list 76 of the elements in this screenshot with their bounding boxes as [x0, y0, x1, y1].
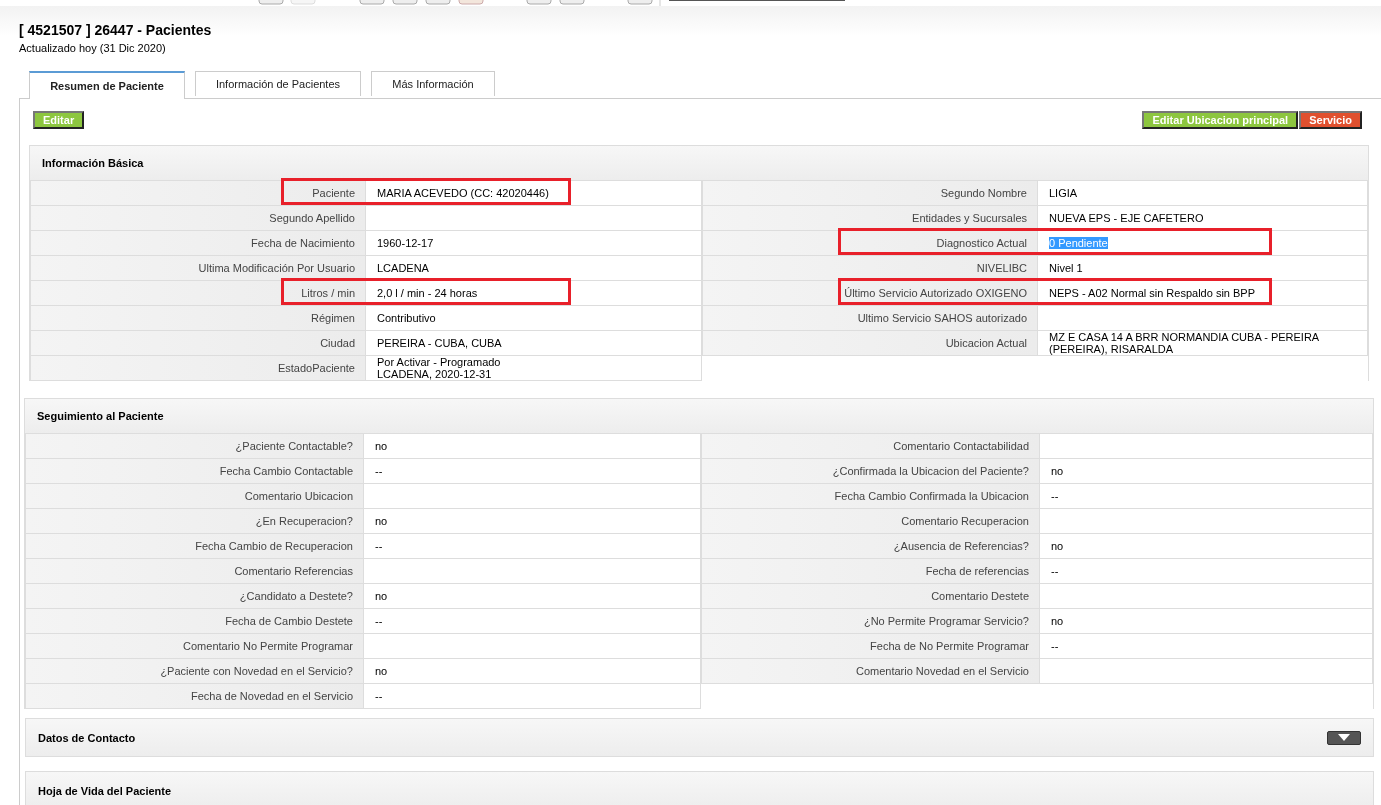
field-value: Contributivo	[377, 312, 436, 324]
field-value: --	[1051, 565, 1059, 577]
field-label: Último Servicio Autorizado OXIGENO	[703, 281, 1038, 305]
expand-button[interactable]	[1327, 730, 1361, 745]
field-label: Ubicacion Actual	[703, 331, 1038, 355]
field-value: --	[375, 540, 383, 552]
field-label: ¿Paciente Contactable?	[26, 434, 364, 458]
field-label: Comentario Contactabilidad	[702, 434, 1040, 458]
field-value: 1960-12-17	[377, 237, 434, 249]
field-label: Comentario Recuperacion	[702, 509, 1040, 533]
field-label: Entidades y Sucursales	[703, 206, 1038, 230]
field-value: no	[375, 665, 388, 677]
field-label: Fecha Cambio Contactable	[26, 459, 364, 483]
field-value: NEPS - A02 Normal sin Respaldo sin BPP	[1049, 287, 1256, 299]
field-label: Ultima Modificación Por Usuario	[31, 256, 366, 280]
field-label: Segundo Nombre	[703, 181, 1038, 205]
field-label: Comentario Ubicacion	[26, 484, 364, 508]
field-label: Fecha de referencias	[702, 559, 1040, 583]
section-header[interactable]: Hoja de Vida del Paciente	[26, 772, 1373, 805]
section-title: Información Básica	[42, 157, 144, 169]
field-label: Fecha Cambio de Recuperacion	[26, 534, 364, 558]
field-label: Ciudad	[31, 331, 366, 355]
field-label: Ultimo Servicio SAHOS autorizado	[703, 306, 1038, 330]
section-header[interactable]: Datos de Contacto	[26, 719, 1373, 756]
field-value: no	[375, 590, 388, 602]
field-label: ¿Confirmada la Ubicacion del Paciente?	[702, 459, 1040, 483]
field-value: no	[375, 440, 388, 452]
field-value: Nivel 1	[1049, 262, 1083, 274]
update-date: Actualizado hoy (31 Dic 2020)	[19, 42, 167, 54]
field-value: PEREIRA - CUBA, CUBA	[377, 337, 502, 349]
field-value: MARIA ACEVEDO (CC: 42020446)	[377, 187, 549, 199]
field-label: ¿En Recuperacion?	[26, 509, 364, 533]
field-value: LIGIA	[1049, 187, 1078, 199]
field-label: ¿Ausencia de Referencias?	[702, 534, 1040, 558]
field-value: no	[1051, 615, 1064, 627]
tab[interactable]: Más Información	[371, 71, 495, 96]
field-label: Fecha de Novedad en el Servicio	[26, 684, 364, 708]
field-label: Fecha de No Permite Programar	[702, 634, 1040, 658]
field-label: Paciente	[31, 181, 366, 205]
field-label: Fecha de Nacimiento	[31, 231, 366, 255]
field-value: 2,0 l / min - 24 horas	[377, 287, 478, 299]
field-label: ¿Candidato a Destete?	[26, 584, 364, 608]
field-value: --	[375, 465, 383, 477]
field-label: Régimen	[31, 306, 366, 330]
field-value: no	[1051, 540, 1064, 552]
field-label: Comentario Novedad en el Servicio	[702, 659, 1040, 683]
action-button[interactable]: Servicio	[1299, 111, 1362, 129]
field-value: MZ E CASA 14 A BRR NORMANDIA CUBA - PEREIRA (PEREIRA), RISARALDA	[1049, 331, 1320, 355]
field-label: EstadoPaciente	[31, 356, 366, 380]
section-title: Hoja de Vida del Paciente	[38, 784, 172, 797]
tab[interactable]: Información de Pacientes	[195, 71, 361, 96]
field-label: Litros / min	[31, 281, 366, 305]
field-value: no	[1051, 465, 1064, 477]
field-label: Segundo Apellido	[31, 206, 366, 230]
field-value: Por Activar - Programado LCADENA, 2020-12-31	[377, 356, 501, 380]
field-label: Comentario Destete	[702, 584, 1040, 608]
field-label: Comentario Referencias	[26, 559, 364, 583]
field-value: no	[375, 515, 388, 527]
field-label: ¿No Permite Programar Servicio?	[702, 609, 1040, 633]
section-title: Datos de Contacto	[38, 731, 136, 744]
page-title: [ 4521507 ] 26447 - Pacientes	[19, 22, 213, 38]
section-title: Seguimiento al Paciente	[37, 410, 164, 422]
field-value: --	[1051, 490, 1059, 502]
field-value: --	[375, 690, 383, 702]
field-value: --	[375, 615, 383, 627]
field-label: ¿Paciente con Novedad en el Servicio?	[26, 659, 364, 683]
field-label: Fecha de Cambio Destete	[26, 609, 364, 633]
field-value: NUEVA EPS - EJE CAFETERO	[1049, 212, 1204, 224]
field-label: Comentario No Permite Programar	[26, 634, 364, 658]
field-label: Diagnostico Actual	[703, 231, 1038, 255]
field-value: --	[1051, 640, 1059, 652]
caret-icon	[1338, 734, 1350, 741]
field-label: Fecha Cambio Confirmada la Ubicacion	[702, 484, 1040, 508]
tab[interactable]: Resumen de Paciente	[29, 71, 185, 99]
field-label: NIVELIBC	[703, 256, 1038, 280]
field-value: LCADENA	[377, 262, 429, 274]
